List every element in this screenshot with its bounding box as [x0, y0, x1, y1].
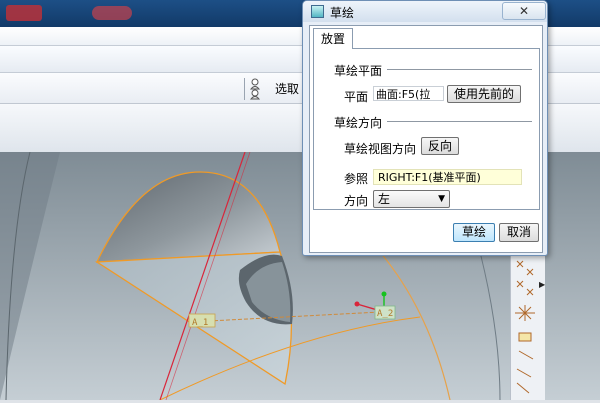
plane-field[interactable]: 曲面:F5(拉: [373, 86, 444, 101]
app-banner-icon: [92, 6, 132, 20]
sketch-tool-icons[interactable]: [511, 255, 545, 400]
tab-placement[interactable]: 放置: [313, 28, 353, 49]
app-logo-icon: [6, 5, 42, 21]
chevron-down-icon[interactable]: ▼: [438, 191, 445, 207]
dialog-titlebar[interactable]: 草绘 ✕: [303, 1, 547, 22]
cancel-button[interactable]: 取消: [499, 223, 539, 242]
plane-label: 平面: [344, 90, 369, 104]
section-title-sketch-plane: 草绘平面: [334, 64, 383, 78]
datum-label-1[interactable]: A_1: [192, 318, 208, 328]
sketch-button[interactable]: 草绘: [453, 223, 495, 242]
section-divider: [387, 121, 532, 122]
direction-select[interactable]: 左 ▼: [373, 190, 450, 208]
dialog-body: 放置 草绘平面 平面 曲面:F5(拉 使用先前的 草绘方向 草绘视图方向 反向 …: [309, 25, 543, 253]
direction-value: 左: [378, 192, 391, 206]
placement-panel: 草绘平面 平面 曲面:F5(拉 使用先前的 草绘方向 草绘视图方向 反向 参照 …: [313, 48, 540, 210]
view-direction-label: 草绘视图方向: [344, 142, 417, 156]
sketch-dialog: 草绘 ✕ 放置 草绘平面 平面 曲面:F5(拉 使用先前的 草绘方向 草绘视图方…: [302, 0, 548, 256]
use-previous-button[interactable]: 使用先前的: [447, 85, 521, 103]
select-filter-label[interactable]: 选取: [275, 80, 299, 97]
section-divider: [387, 69, 532, 70]
sketch-app-icon: [311, 5, 324, 18]
chevron-right-icon[interactable]: ▶: [539, 280, 545, 289]
sketch-toolbar-right: [510, 255, 545, 400]
dialog-title: 草绘: [330, 6, 355, 20]
section-title-sketch-orientation: 草绘方向: [334, 116, 383, 130]
datum-label-2[interactable]: A_2: [377, 309, 393, 319]
close-button[interactable]: ✕: [502, 2, 546, 20]
flip-button[interactable]: 反向: [421, 137, 459, 155]
people-icon[interactable]: [249, 78, 261, 100]
direction-label: 方向: [344, 194, 369, 208]
reference-field[interactable]: RIGHT:F1(基准平面): [373, 169, 522, 185]
triad-y-dot: [381, 291, 387, 297]
triad-x-dot: [354, 301, 360, 307]
reference-label: 参照: [344, 172, 369, 186]
toolbar-separator: [244, 78, 245, 100]
